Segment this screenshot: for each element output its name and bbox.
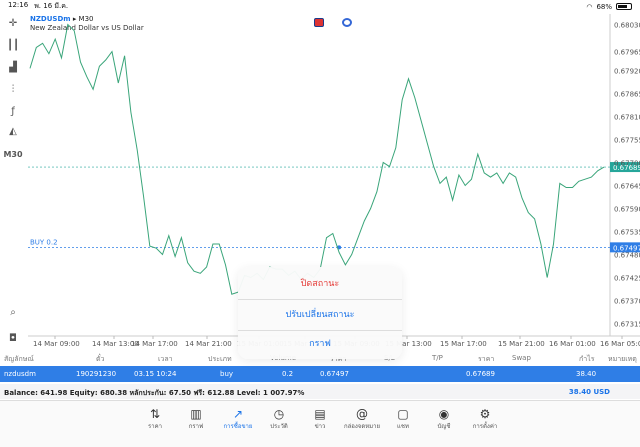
chart-button[interactable]: กราฟ <box>238 329 402 359</box>
bottom-tab-bar: ⇅ ราคา ▥ กราฟ ↗ การซื้อขาย ◷ ประวัติ ▤ ข่าว @… <box>0 400 640 447</box>
x-tick-label: 15 Mar 21:00 <box>498 340 545 348</box>
row-open-price: 0.67497 <box>320 370 349 378</box>
position-action-sheet: ปิดสถานะ ปรับเปลี่ยนสถานะ กราฟ <box>238 267 402 359</box>
y-tick-label: 0.67865 <box>614 90 640 98</box>
price-line <box>29 23 605 295</box>
row-ticket: 190291230 <box>76 370 117 378</box>
status-date: พ. 16 มี.ค. <box>34 2 69 10</box>
x-tick-label: 15 Mar 17:00 <box>440 340 487 348</box>
col-swap: Swap <box>512 354 531 362</box>
status-time: 12:16 <box>8 1 29 9</box>
tab-chat[interactable]: ▢ แชท <box>383 407 423 431</box>
x-tick-label: 14 Mar 21:00 <box>185 340 232 348</box>
quotes-icon: ⇅ <box>149 407 161 421</box>
y-tick-label: 0.67480 <box>614 251 640 259</box>
tab-account[interactable]: ◉ บัญชี <box>424 407 464 431</box>
col-type: ประเภท <box>208 355 232 363</box>
battery-percent: 68% <box>596 2 612 11</box>
news-icon: ▤ <box>314 407 326 421</box>
balance-text: Balance: 641.98 Equity: 680.38 หลักประกั… <box>4 389 305 397</box>
y-tick-label: 0.67370 <box>614 297 640 305</box>
battery-icon <box>616 3 632 10</box>
row-profit: 38.40 <box>576 370 597 378</box>
tab-trade[interactable]: ↗ การซื้อขาย <box>218 407 258 431</box>
x-tick-label: 14 Mar 09:00 <box>33 340 80 348</box>
y-tick-label: 0.67590 <box>614 205 640 213</box>
row-type: buy <box>220 370 234 378</box>
row-current-price: 0.67689 <box>466 370 495 378</box>
row-time: 03.15 10:24 <box>134 370 177 378</box>
y-tick-label: 0.67425 <box>614 274 640 282</box>
y-tick-label: 0.67810 <box>614 113 640 121</box>
y-tick-label: 0.67645 <box>614 182 640 190</box>
history-icon: ◷ <box>273 407 285 421</box>
mailbox-icon: @ <box>356 407 368 421</box>
account-icon: ◉ <box>438 407 450 421</box>
x-tick-label: 16 Mar 05:00 <box>600 340 640 348</box>
y-tick-label: 0.68030 <box>614 21 640 29</box>
y-tick-label: 0.67965 <box>614 49 640 57</box>
wifi-icon: ◠ <box>586 2 593 11</box>
y-tick-label: 0.67315 <box>614 320 640 328</box>
position-row[interactable]: nzdusdm 190291230 03.15 10:24 buy 0.2 0.… <box>0 366 640 382</box>
col-profit: กำไร <box>579 355 595 363</box>
col-time: เวลา <box>158 355 173 363</box>
chart-icon: ▥ <box>190 407 202 421</box>
total-profit: 38.40 USD <box>568 388 610 396</box>
tab-settings[interactable]: ⚙ การตั้งค่า <box>465 407 505 431</box>
tab-chart[interactable]: ▥ กราฟ <box>176 407 216 431</box>
buy-level-label: BUY 0.2 <box>30 238 58 246</box>
modify-position-button[interactable]: ปรับเปลี่ยนสถานะ <box>238 300 402 330</box>
col-ticket: ตั๋ว <box>96 355 105 363</box>
x-tick-label: 14 Mar 17:00 <box>131 340 178 348</box>
close-position-button[interactable]: ปิดสถานะ <box>238 269 402 299</box>
tab-history[interactable]: ◷ ประวัติ <box>259 407 299 431</box>
col-symbol: สัญลักษณ์ <box>4 355 34 363</box>
balance-bar: Balance: 641.98 Equity: 680.38 หลักประกั… <box>0 384 640 399</box>
y-tick-label: 0.67700 <box>614 159 640 167</box>
tab-quotes[interactable]: ⇅ ราคา <box>135 407 175 431</box>
x-tick-label: 16 Mar 01:00 <box>549 340 596 348</box>
tab-mailbox[interactable]: @ กล่องจดหมาย <box>342 407 382 431</box>
trade-icon: ↗ <box>232 407 244 421</box>
y-tick-label: 0.67920 <box>614 67 640 75</box>
row-symbol: nzdusdm <box>4 370 36 378</box>
settings-icon: ⚙ <box>479 407 491 421</box>
row-volume: 0.2 <box>282 370 294 378</box>
col-current: ราคา <box>478 355 495 363</box>
col-tp: T/P <box>432 354 443 362</box>
status-bar: 12:16 พ. 16 มี.ค. ◠ 68% <box>0 0 640 13</box>
y-tick-label: 0.67755 <box>614 136 640 144</box>
chat-icon: ▢ <box>397 407 409 421</box>
col-comment: หมายเหตุ <box>608 355 637 363</box>
tab-news[interactable]: ▤ ข่าว <box>300 407 340 431</box>
y-tick-label: 0.67535 <box>614 228 640 236</box>
